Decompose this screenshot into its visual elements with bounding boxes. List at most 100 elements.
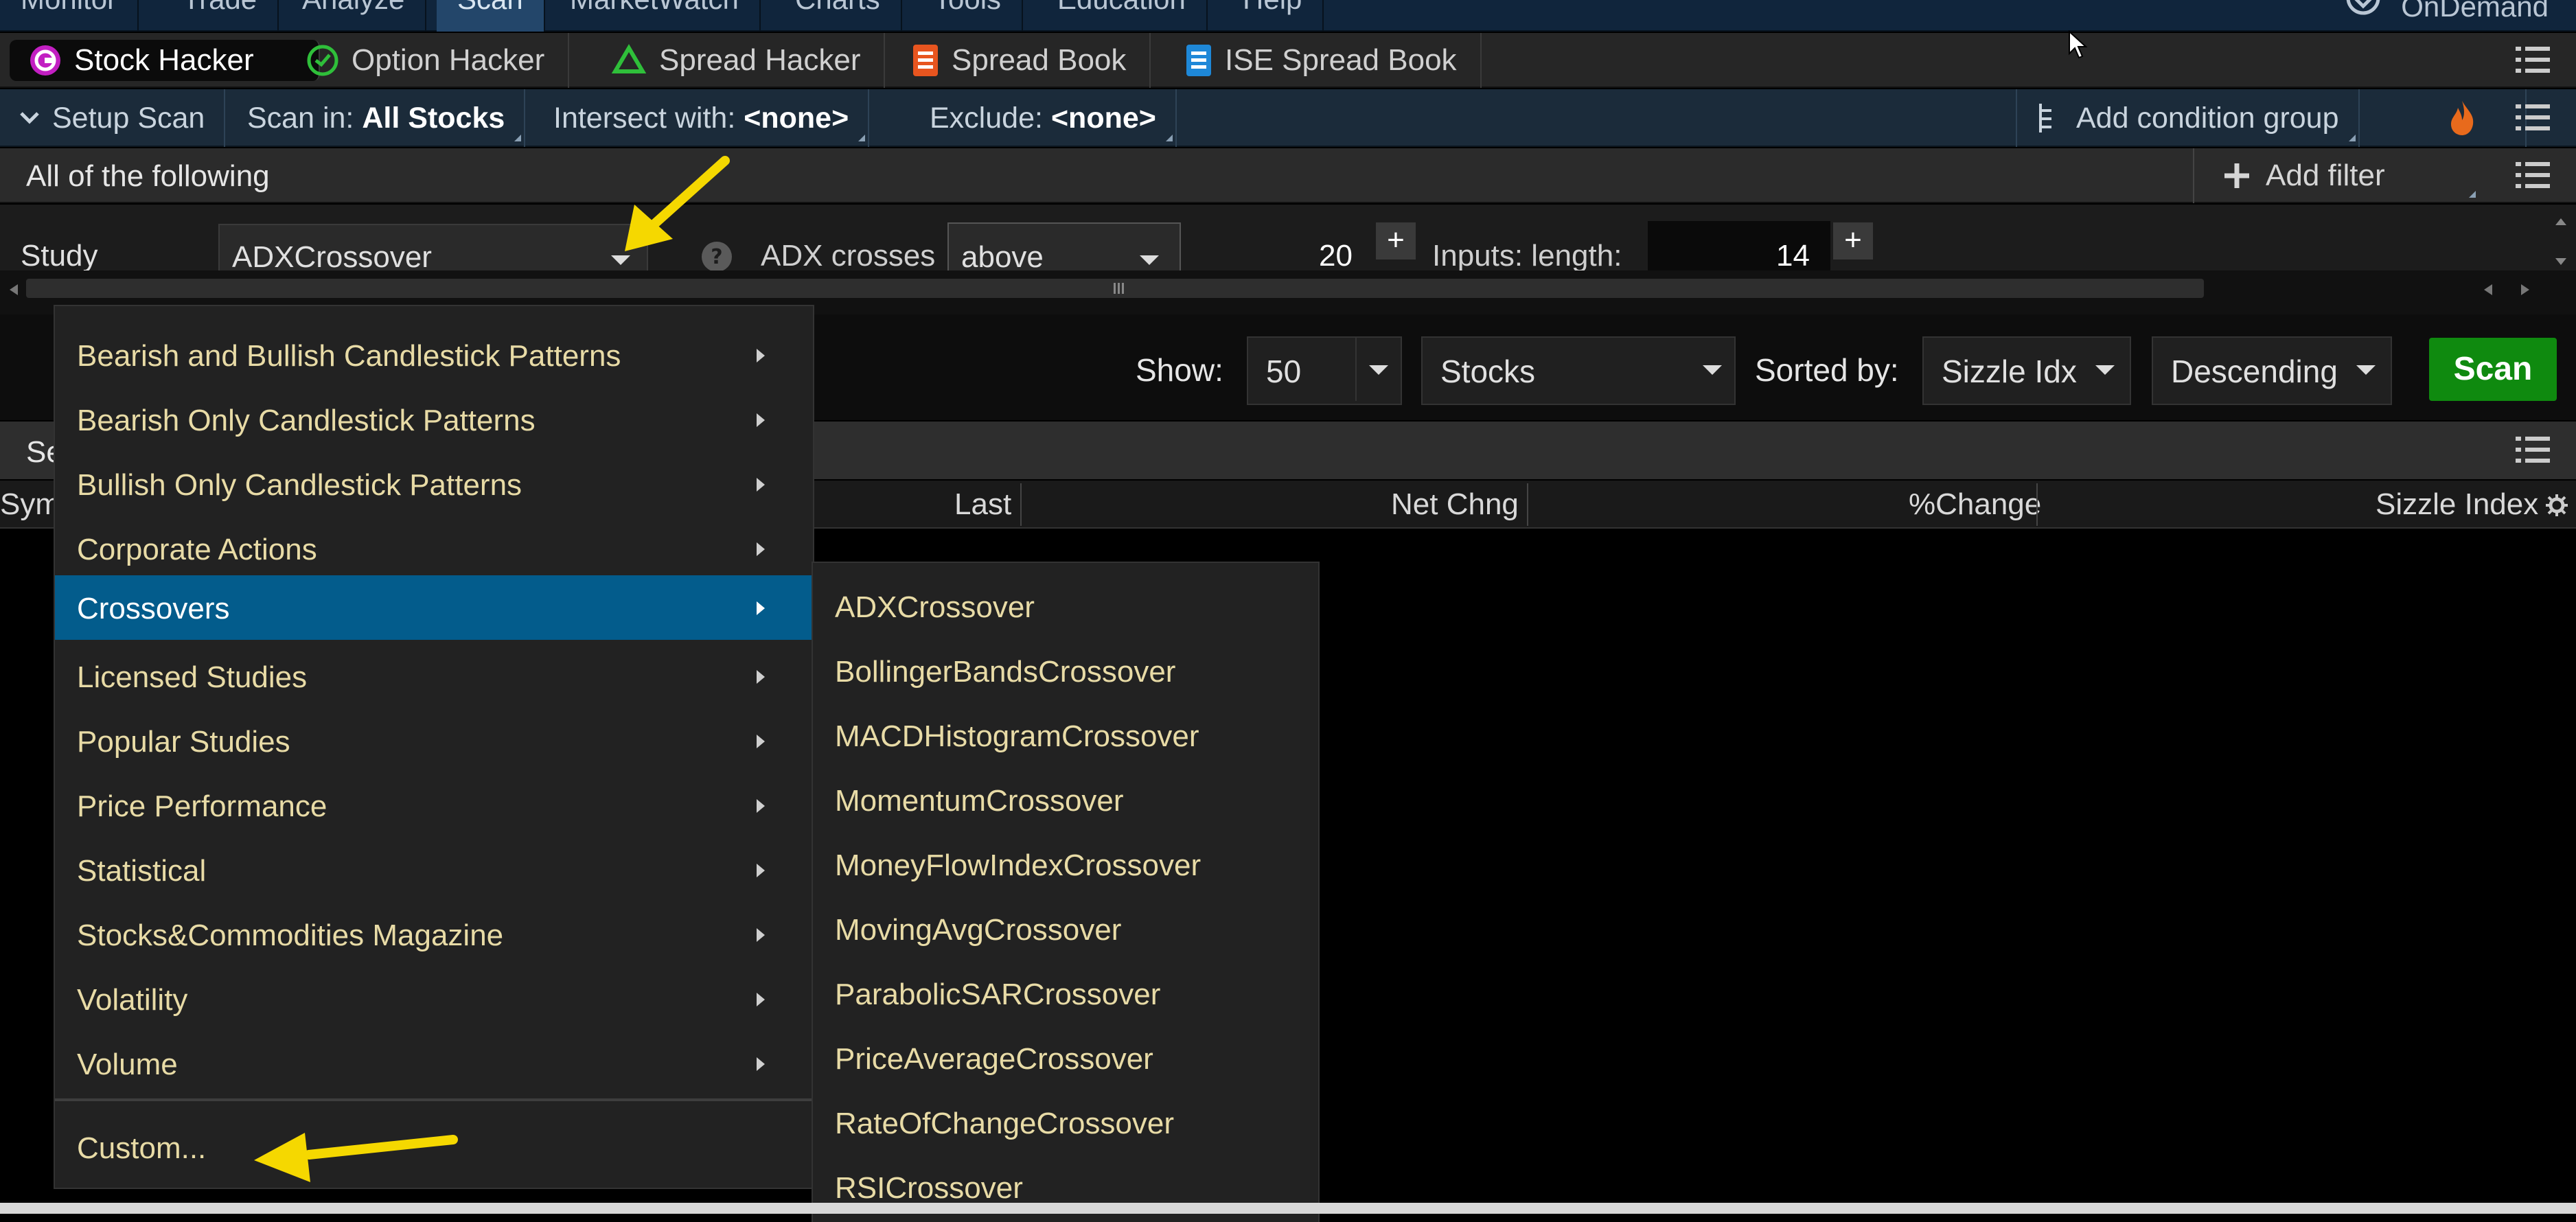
- submenu-item-rsicrossover[interactable]: RSICrossover: [835, 1171, 1023, 1206]
- sort-order-dropdown[interactable]: Descending: [2152, 336, 2392, 405]
- submenu-arrow-icon: [757, 735, 765, 748]
- column-sizzle-index[interactable]: Sizzle Index: [2376, 487, 2538, 522]
- add-condition-group-button[interactable]: Add condition group: [2016, 89, 2360, 147]
- tab-option-hacker[interactable]: Option Hacker: [287, 33, 570, 88]
- length-increment-button[interactable]: +: [1833, 222, 1873, 260]
- column-last[interactable]: Last: [954, 487, 1011, 522]
- column-divider[interactable]: [1527, 483, 1528, 526]
- menu-item-volatility[interactable]: Volatility: [55, 967, 813, 1031]
- submenu-arrow-icon: [757, 601, 765, 615]
- submenu-item-parabolicsarcrossover[interactable]: ParabolicSARCrossover: [835, 978, 1160, 1012]
- submenu-item-macdhistogramcrossover[interactable]: MACDHistogramCrossover: [835, 719, 1199, 754]
- show-count-value: 50: [1266, 354, 1302, 389]
- scroll-right-icon[interactable]: [2520, 283, 2531, 297]
- menu-item-bearish-bullish-candlestick[interactable]: Bearish and Bullish Candlestick Patterns: [55, 323, 813, 387]
- menu-item-bullish-only-candlestick[interactable]: Bullish Only Candlestick Patterns: [55, 452, 813, 516]
- scan-button[interactable]: Scan: [2429, 338, 2557, 401]
- length-input[interactable]: 14: [1648, 221, 1830, 270]
- menu-item-volume[interactable]: Volume: [55, 1031, 813, 1096]
- menu-item-corporate-actions[interactable]: Corporate Actions: [55, 516, 813, 581]
- menu-item-price-performance[interactable]: Price Performance: [55, 773, 813, 838]
- direction-dropdown[interactable]: above: [947, 222, 1181, 270]
- menu-item-label: Popular Studies: [77, 725, 290, 759]
- setup-scan-label: Setup Scan: [52, 101, 205, 135]
- menu-item-licensed-studies[interactable]: Licensed Studies: [55, 644, 813, 708]
- all-of-following-label[interactable]: All of the following: [26, 159, 270, 194]
- sort-field-dropdown[interactable]: Sizzle Idx: [1922, 336, 2131, 405]
- menu-marketwatch[interactable]: MarketWatch: [549, 0, 761, 32]
- column-divider[interactable]: [1020, 483, 1022, 526]
- tab-stock-hacker[interactable]: Stock Hacker: [10, 40, 320, 81]
- scan-in-selector[interactable]: Scan in: All Stocks: [228, 89, 526, 147]
- submenu-item-movingavgcrossover[interactable]: MovingAvgCrossover: [835, 913, 1121, 947]
- submenu-item-momentumcrossover[interactable]: MomentumCrossover: [835, 784, 1124, 818]
- dropdown-button[interactable]: [1690, 338, 1734, 401]
- spread-book-icon: [913, 45, 938, 76]
- intersect-selector[interactable]: Intersect with: <none>: [534, 89, 870, 147]
- threshold-increment-button[interactable]: +: [1376, 222, 1416, 260]
- annotation-arrow-icon: [625, 156, 730, 251]
- tab-label: ISE Spread Book: [1225, 43, 1457, 77]
- menu-scan[interactable]: Scan: [437, 0, 545, 32]
- submenu-item-priceaveragecrossover[interactable]: PriceAverageCrossover: [835, 1042, 1153, 1076]
- setup-bar-menu-icon[interactable]: [2516, 103, 2550, 133]
- scroll-left-icon[interactable]: [2483, 283, 2494, 297]
- menu-item-bearish-only-candlestick[interactable]: Bearish Only Candlestick Patterns: [55, 387, 813, 452]
- submenu-item-adxcrossover[interactable]: ADXCrossover: [835, 590, 1035, 625]
- security-type-dropdown[interactable]: Stocks: [1421, 336, 1736, 405]
- ondemand-icon: [2346, 0, 2380, 15]
- exclude-selector[interactable]: Exclude: <none>: [910, 89, 1177, 147]
- submenu-item-moneyflowindexcrossover[interactable]: MoneyFlowIndexCrossover: [835, 849, 1201, 883]
- submenu-item-rateofchangecrossover[interactable]: RateOfChangeCrossover: [835, 1107, 1174, 1141]
- gear-icon[interactable]: [2544, 493, 2569, 518]
- menu-separator: [55, 1098, 813, 1101]
- tab-label: Option Hacker: [352, 43, 545, 77]
- show-count-dropdown[interactable]: 50: [1247, 336, 1402, 405]
- scan-setup-bar: Setup Scan Scan in: All Stocks Intersect …: [0, 89, 2576, 147]
- menu-tools[interactable]: Tools: [913, 0, 1024, 32]
- filter-menu-icon[interactable]: [2516, 161, 2550, 191]
- tab-spread-book[interactable]: Spread Book: [893, 33, 1151, 88]
- dropdown-button[interactable]: [1355, 338, 1401, 401]
- annotation-arrow-icon: [254, 1133, 458, 1182]
- setup-scan-toggle[interactable]: Setup Scan: [0, 89, 226, 147]
- threshold-value[interactable]: 20: [1291, 239, 1353, 270]
- column-percent-change[interactable]: %Change: [1909, 487, 2041, 522]
- vertical-scroll-arrows-icon[interactable]: [2554, 214, 2568, 269]
- tab-ise-spread-book[interactable]: ISE Spread Book: [1166, 33, 1482, 88]
- menu-education[interactable]: Education: [1037, 0, 1208, 32]
- menu-item-stocks-commodities-magazine[interactable]: Stocks&Commodities Magazine: [55, 902, 813, 967]
- menu-charts[interactable]: Charts: [774, 0, 902, 32]
- tab-bar-menu-icon[interactable]: [2516, 45, 2550, 76]
- menu-item-statistical[interactable]: Statistical: [55, 838, 813, 902]
- menu-help[interactable]: Help: [1222, 0, 1324, 32]
- hot-scans-button[interactable]: [2399, 89, 2527, 147]
- plus-icon: [2224, 163, 2249, 188]
- submenu-arrow-icon: [757, 542, 765, 556]
- menu-trade[interactable]: Trade: [162, 0, 279, 32]
- add-filter-label: Add filter: [2266, 159, 2385, 192]
- menu-item-crossovers[interactable]: Crossovers: [55, 575, 813, 640]
- tab-spread-hacker[interactable]: Spread Hacker: [592, 33, 886, 88]
- column-divider[interactable]: [2036, 483, 2038, 526]
- add-filter-button[interactable]: Add filter: [2193, 148, 2479, 203]
- grip-icon: [1114, 283, 1124, 294]
- sort-order-value: Descending: [2171, 354, 2338, 389]
- submenu-arrow-icon: [757, 349, 765, 362]
- menu-analyze[interactable]: Analyze: [281, 0, 427, 32]
- scroll-left-icon[interactable]: [8, 283, 19, 297]
- column-symbol[interactable]: Sym: [0, 487, 60, 522]
- dropdown-button[interactable]: [2347, 338, 2391, 401]
- column-net-change[interactable]: Net Chng: [1391, 487, 1519, 522]
- results-menu-icon[interactable]: [2516, 435, 2550, 465]
- study-dropdown[interactable]: ADXCrossover: [218, 224, 648, 270]
- dropdown-button[interactable]: [2086, 338, 2130, 401]
- ondemand-button[interactable]: OnDemand: [2343, 0, 2549, 32]
- menu-item-popular-studies[interactable]: Popular Studies: [55, 708, 813, 773]
- submenu-item-bollingerbandscrossover[interactable]: BollingerBandsCrossover: [835, 655, 1175, 689]
- menu-item-label: Crossovers: [77, 592, 230, 625]
- scrollbar-thumb[interactable]: [26, 279, 2204, 298]
- main-menu: Monitor Trade Analyze Scan MarketWatch C…: [0, 0, 2576, 32]
- menu-item-label: Bearish and Bullish Candlestick Patterns: [77, 339, 621, 373]
- menu-monitor[interactable]: Monitor: [0, 0, 139, 32]
